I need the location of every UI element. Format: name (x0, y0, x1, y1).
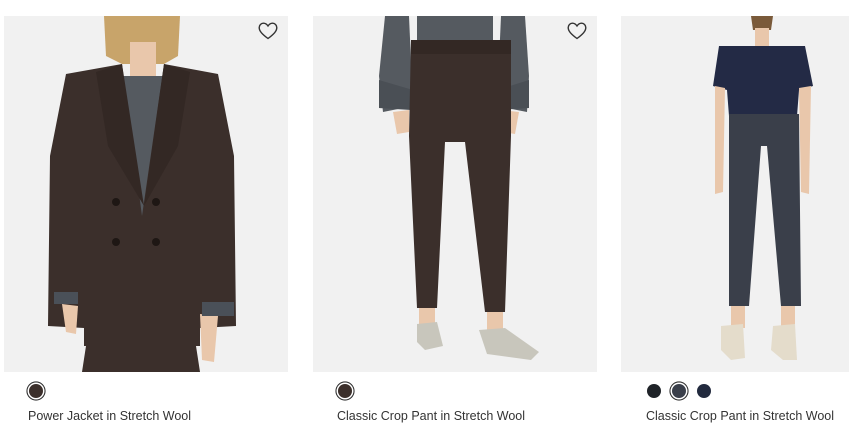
product-image[interactable] (621, 16, 849, 372)
color-swatch[interactable] (672, 384, 686, 398)
product-image[interactable] (313, 16, 597, 372)
product-image[interactable] (4, 16, 288, 372)
crop-pant-full-model-illustration (713, 16, 813, 360)
product-name[interactable]: Classic Crop Pant in Stretch Wool (337, 409, 525, 423)
jacket-model-illustration (48, 16, 236, 372)
color-swatch[interactable] (647, 384, 661, 398)
color-swatch[interactable] (338, 384, 352, 398)
color-swatches (29, 384, 43, 398)
wishlist-heart-icon[interactable] (258, 22, 278, 40)
product-name[interactable]: Power Jacket in Stretch Wool (28, 409, 191, 423)
color-swatches (647, 384, 711, 398)
crop-pant-model-illustration (379, 16, 539, 360)
product-name[interactable]: Classic Crop Pant in Stretch Wool (646, 409, 834, 423)
color-swatch[interactable] (697, 384, 711, 398)
wishlist-heart-icon[interactable] (567, 22, 587, 40)
color-swatch[interactable] (29, 384, 43, 398)
color-swatches (338, 384, 352, 398)
